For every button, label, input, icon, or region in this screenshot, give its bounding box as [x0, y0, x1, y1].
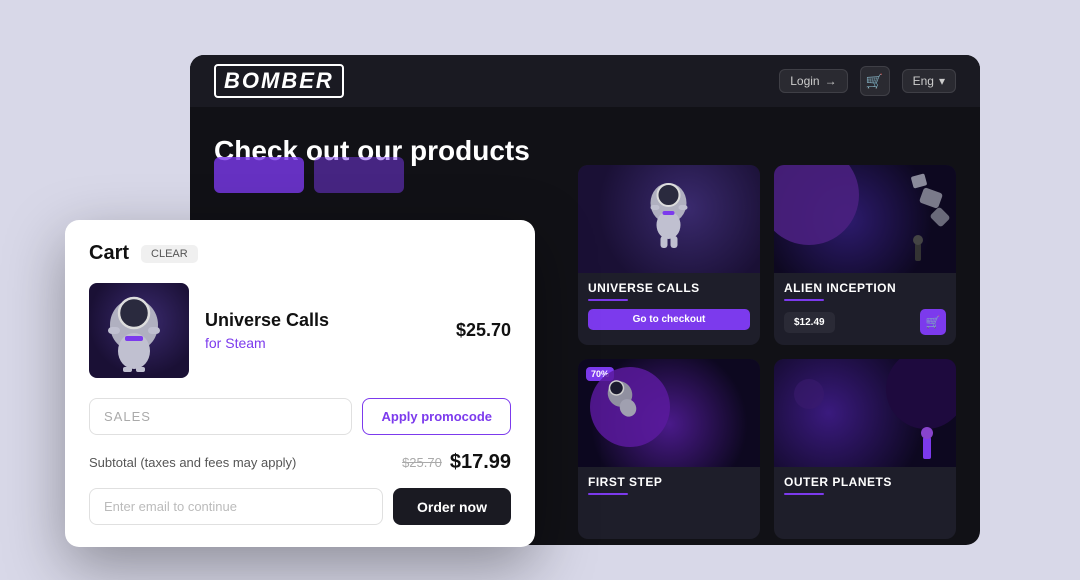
card-body-first-step: FIRST STEP — [578, 467, 760, 511]
card-action-alien: $12.49 🛒 — [784, 309, 946, 335]
add-to-cart-button-alien[interactable]: 🛒 — [920, 309, 946, 335]
header: BOMBER Login → 🛒 Eng ▾ — [190, 55, 980, 107]
card-name-outer-planets: OUTER PLANETS — [784, 475, 946, 489]
order-now-button[interactable]: Order now — [393, 488, 511, 525]
card-image-alien-inception — [774, 165, 956, 273]
cart-title: Cart — [89, 242, 129, 265]
cart-panel: Cart CLEAR Universe Calls for Steam $25.… — [65, 220, 535, 547]
card-image-outer-planets — [774, 359, 956, 467]
old-price: $25.70 — [402, 455, 442, 470]
top-cards-strip — [214, 157, 404, 193]
new-price: $17.99 — [450, 451, 511, 474]
product-card-universe-calls[interactable]: UNIVERSE CALLS Go to checkout — [578, 165, 760, 345]
login-icon: → — [825, 74, 837, 88]
card-image-first-step: 70% — [578, 359, 760, 467]
card-name-alien-inception: ALIEN INCEPTION — [784, 281, 946, 295]
subtotal-label: Subtotal (taxes and fees may apply) — [89, 455, 296, 470]
product-grid: UNIVERSE CALLS Go to checkout — [578, 165, 956, 539]
price-button-alien[interactable]: $12.49 — [784, 312, 835, 333]
card-line-first-step — [588, 493, 628, 495]
cart-header: Cart CLEAR — [89, 242, 511, 265]
order-section: Order now — [89, 488, 511, 525]
cart-header-button[interactable]: 🛒 — [860, 66, 890, 96]
falling-astronaut-icon — [600, 374, 640, 429]
card-action-universe-calls: Go to checkout — [588, 309, 750, 330]
logo: BOMBER — [214, 64, 344, 98]
cart-item-image — [89, 283, 189, 378]
apply-promo-button[interactable]: Apply promocode — [362, 398, 511, 435]
astronaut-icon — [637, 173, 702, 253]
cart-item: Universe Calls for Steam $25.70 — [89, 283, 511, 378]
promo-code-input[interactable] — [89, 398, 352, 435]
card-name-universe-calls: UNIVERSE CALLS — [588, 281, 750, 295]
email-input[interactable] — [89, 488, 383, 525]
card-line — [588, 299, 628, 301]
lang-button[interactable]: Eng ▾ — [902, 69, 956, 93]
promo-section: Apply promocode — [89, 398, 511, 435]
card-body-alien-inception: ALIEN INCEPTION $12.49 🛒 — [774, 273, 956, 343]
subtotal-row: Subtotal (taxes and fees may apply) $25.… — [89, 451, 511, 474]
header-right: Login → 🛒 Eng ▾ — [779, 66, 956, 96]
lang-label: Eng — [913, 74, 934, 88]
login-button[interactable]: Login → — [779, 69, 847, 93]
card-line-outer-planets — [784, 493, 824, 495]
product-card-alien-inception[interactable]: ALIEN INCEPTION $12.49 🛒 — [774, 165, 956, 345]
chevron-down-icon: ▾ — [939, 74, 945, 88]
card-line-alien — [784, 299, 824, 301]
card-body-universe-calls: UNIVERSE CALLS Go to checkout — [578, 273, 760, 338]
cart-item-info: Universe Calls for Steam — [205, 310, 440, 351]
card-name-first-step: FIRST STEP — [588, 475, 750, 489]
card-image-universe-calls — [578, 165, 760, 273]
product-card-outer-planets[interactable]: OUTER PLANETS — [774, 359, 956, 539]
product-card-first-step[interactable]: 70% FIRST STEP — [578, 359, 760, 539]
cart-item-astronaut-icon — [89, 283, 179, 373]
go-to-checkout-button[interactable]: Go to checkout — [588, 309, 750, 330]
cart-item-price: $25.70 — [456, 320, 511, 341]
login-label: Login — [790, 74, 819, 88]
cart-item-platform: for Steam — [205, 335, 440, 351]
subtotal-prices: $25.70 $17.99 — [402, 451, 511, 474]
clear-cart-button[interactable]: CLEAR — [141, 245, 198, 263]
cart-item-name: Universe Calls — [205, 310, 440, 331]
card-body-outer-planets: OUTER PLANETS — [774, 467, 956, 511]
